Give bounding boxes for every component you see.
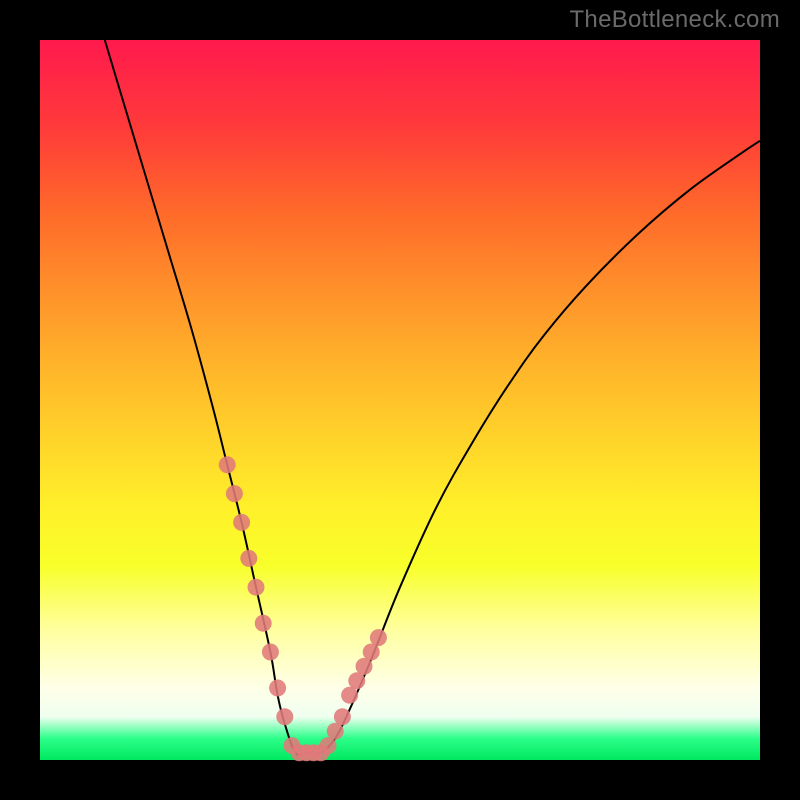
- highlight-dot: [219, 456, 236, 473]
- curve-group: [105, 40, 760, 755]
- highlight-dot: [240, 550, 257, 567]
- watermark-text: TheBottleneck.com: [569, 6, 780, 34]
- plot-area: [40, 40, 760, 760]
- chart-svg: [40, 40, 760, 760]
- highlight-dot: [269, 680, 286, 697]
- highlight-dot: [248, 579, 265, 596]
- highlight-dot: [262, 644, 279, 661]
- highlight-dot: [334, 708, 351, 725]
- highlight-dot: [370, 629, 387, 646]
- dots-group: [219, 456, 387, 761]
- highlight-dot: [341, 687, 358, 704]
- chart-wrapper: TheBottleneck.com: [0, 0, 800, 800]
- highlight-dot: [363, 644, 380, 661]
- highlight-dot: [226, 485, 243, 502]
- bottleneck-curve-path: [105, 40, 760, 755]
- highlight-dot: [276, 708, 293, 725]
- highlight-dot: [255, 615, 272, 632]
- highlight-dot: [356, 658, 373, 675]
- highlight-dot: [320, 737, 337, 754]
- highlight-dot: [348, 672, 365, 689]
- highlight-dot: [233, 514, 250, 531]
- highlight-dot: [327, 723, 344, 740]
